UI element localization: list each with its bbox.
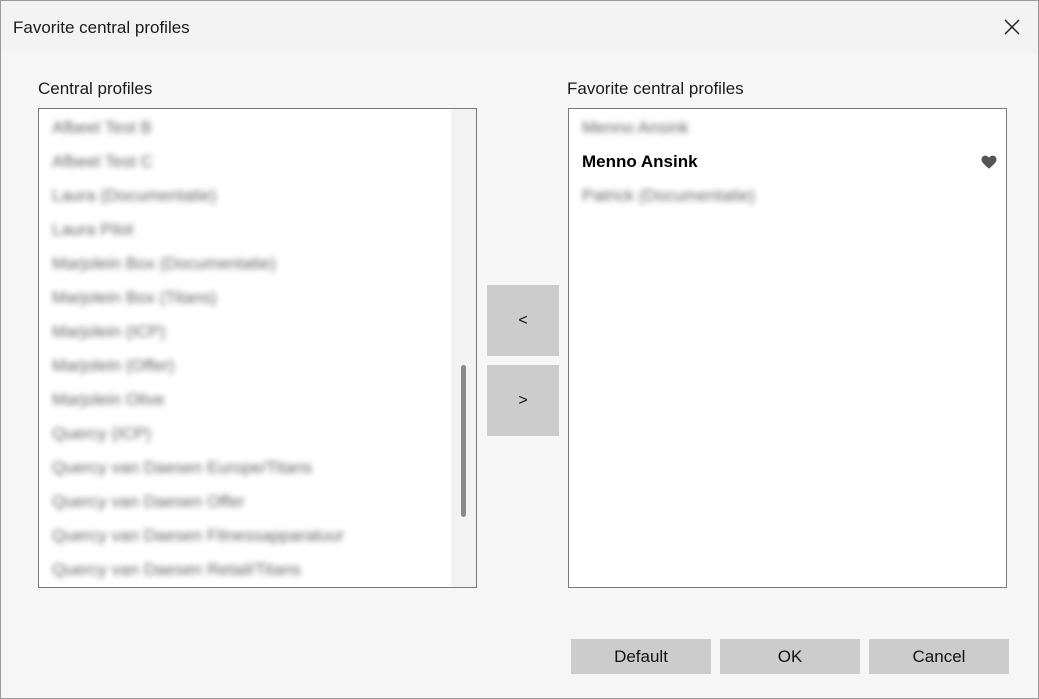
close-button[interactable] — [996, 11, 1028, 43]
scrollbar-thumb[interactable] — [461, 365, 466, 517]
central-profiles-label: Central profiles — [38, 79, 153, 98]
list-item[interactable]: Marjolein Box (Titans) — [52, 281, 217, 315]
move-right-button[interactable]: > — [487, 365, 559, 436]
default-button[interactable]: Default — [571, 639, 711, 674]
favorite-profiles-list[interactable]: Menno Ansink Menno Ansink Patrick (Documen… — [568, 108, 1007, 588]
list-item[interactable]: Menno Ansink — [582, 111, 689, 145]
list-item[interactable]: Quercy van Daesen Fitnessapparatuur — [52, 519, 344, 553]
list-item[interactable]: Laura (Documentatie) — [52, 179, 216, 213]
favorite-profiles-label: Favorite central profiles — [567, 79, 744, 98]
list-item[interactable]: Patrick (Documentatie) — [582, 179, 755, 213]
scrollbar[interactable] — [451, 109, 476, 587]
dialog-content: Central profiles Afbeel Test B Afbeel Tes… — [1, 53, 1038, 698]
list-item[interactable]: Menno Ansink — [582, 145, 698, 179]
dialog-window: Favorite central profiles Central profil… — [0, 0, 1039, 699]
list-item[interactable]: Marjolein (ICP) — [52, 315, 165, 349]
list-item[interactable]: Quercy van Daesen Europe/Titans — [52, 451, 312, 485]
list-item[interactable]: Laura Pilot — [52, 213, 133, 247]
list-item[interactable]: Afbeel Test C — [52, 145, 153, 179]
heart-icon[interactable] — [980, 153, 998, 171]
dialog-title: Favorite central profiles — [13, 18, 190, 37]
close-icon — [1004, 19, 1020, 35]
list-item[interactable]: Quercy (ICP) — [52, 417, 151, 451]
title-bar: Favorite central profiles — [1, 1, 1038, 53]
central-profiles-list[interactable]: Afbeel Test B Afbeel Test C Laura (Documen… — [38, 108, 477, 588]
list-item[interactable]: Marjolein Olive — [52, 383, 164, 417]
list-item[interactable]: Afbeel Test B — [52, 111, 152, 145]
list-item[interactable]: Quercy van Daesen Offer — [52, 485, 244, 519]
ok-button[interactable]: OK — [720, 639, 860, 674]
list-item[interactable]: Marjolein Box (Documentatie) — [52, 247, 276, 281]
list-item[interactable]: Quercy van Daesen Retail/Titans — [52, 553, 301, 587]
cancel-button[interactable]: Cancel — [869, 639, 1009, 674]
list-item[interactable]: Marjolein (Offer) — [52, 349, 175, 383]
move-left-button[interactable]: < — [487, 285, 559, 356]
